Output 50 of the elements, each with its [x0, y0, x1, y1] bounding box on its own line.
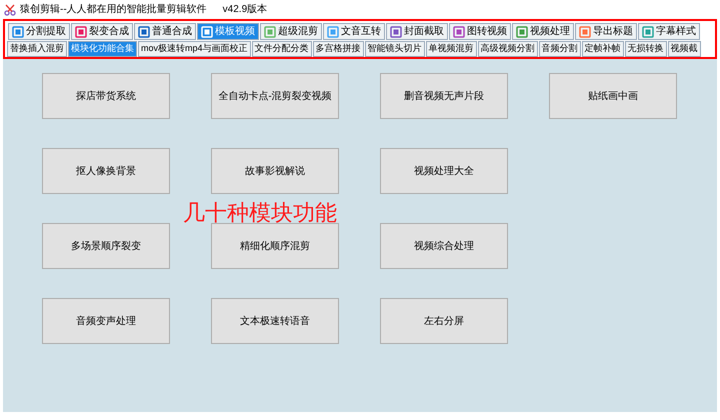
- tab[interactable]: 普通合成: [134, 23, 196, 40]
- subtab[interactable]: 音频分割: [538, 41, 581, 57]
- tab[interactable]: 视频处理: [512, 23, 574, 40]
- tab-icon: [138, 26, 150, 38]
- tab-icon: [327, 26, 339, 38]
- tab-icon: [12, 26, 24, 38]
- module-button[interactable]: 文本极速转语音: [211, 298, 339, 344]
- subtab[interactable]: 定帧补帧: [582, 41, 624, 57]
- tab-icon: [201, 26, 213, 38]
- tab[interactable]: 超级混剪: [260, 23, 322, 40]
- module-button[interactable]: 删音视频无声片段: [380, 73, 508, 119]
- tab-icon: [579, 26, 591, 38]
- subtab[interactable]: 模块化功能合集: [68, 41, 137, 57]
- tab-icon: [264, 26, 276, 38]
- subtab[interactable]: 无损转换: [624, 41, 667, 57]
- subtab[interactable]: 视频截: [668, 41, 701, 57]
- subtab[interactable]: 单视频混剪: [426, 41, 477, 57]
- tab[interactable]: 文音互转: [323, 23, 385, 40]
- tab[interactable]: 分割提取: [8, 23, 70, 40]
- module-button[interactable]: 贴纸画中画: [549, 73, 677, 119]
- module-button[interactable]: 故事影视解说: [211, 148, 339, 194]
- subtab[interactable]: 替换插入混剪: [7, 41, 67, 57]
- module-button[interactable]: 视频综合处理: [380, 223, 508, 269]
- subtab[interactable]: 智能镜头切片: [364, 41, 425, 57]
- module-button[interactable]: 音频变声处理: [42, 298, 170, 344]
- subtab[interactable]: 文件分配分类: [252, 41, 312, 57]
- tab[interactable]: 裂变合成: [71, 23, 133, 40]
- module-button[interactable]: 全自动卡点-混剪裂变视频: [211, 73, 339, 119]
- module-button[interactable]: 精细化顺序混剪: [211, 223, 339, 269]
- tab-icon: [642, 26, 654, 38]
- module-button[interactable]: 探店带货系统: [42, 73, 170, 119]
- module-button[interactable]: 抠人像换背景: [42, 148, 170, 194]
- subtab[interactable]: mov极速转mp4与画面校正: [138, 41, 251, 57]
- module-button[interactable]: 左右分屏: [380, 298, 508, 344]
- tab[interactable]: 导出标题: [575, 23, 637, 40]
- tab[interactable]: 图转视频: [449, 23, 511, 40]
- tab[interactable]: 封面截取: [386, 23, 448, 40]
- tab-icon: [453, 26, 465, 38]
- module-button[interactable]: 视频处理大全: [380, 148, 508, 194]
- scissors-icon: [4, 4, 16, 16]
- subtab[interactable]: 多宫格拼接: [312, 41, 364, 57]
- tab[interactable]: 模板视频: [197, 23, 259, 40]
- subtab[interactable]: 高级视频分割: [478, 41, 538, 57]
- tab-icon: [75, 26, 87, 38]
- tab-icon: [516, 26, 528, 38]
- window-title: 猿创剪辑--人人都在用的智能批量剪辑软件: [20, 2, 207, 17]
- module-button[interactable]: 多场景顺序裂变: [42, 223, 170, 269]
- tab-icon: [390, 26, 402, 38]
- version-label: v42.9版本: [222, 2, 268, 17]
- tab[interactable]: 字幕样式: [638, 23, 700, 40]
